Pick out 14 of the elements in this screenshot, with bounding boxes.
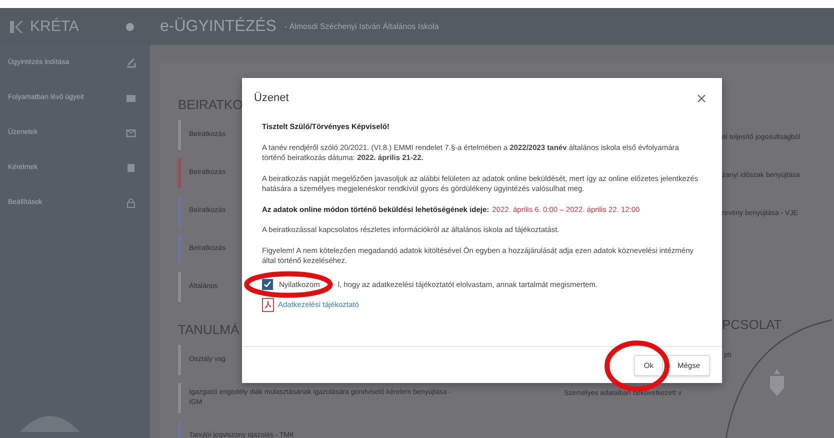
checkmark-icon: [264, 281, 271, 287]
close-button[interactable]: [695, 92, 708, 104]
school-name: - Álmosdi Széchenyi István Általános Iskola: [284, 22, 439, 31]
folder-icon: [126, 92, 136, 102]
document-icon: [126, 162, 136, 172]
page-title: e-ÜGYINTÉZÉS: [160, 18, 276, 36]
pdf-icon: [262, 298, 274, 312]
lock-icon: [126, 198, 136, 208]
edit-icon: [126, 58, 136, 68]
app-logo: KRÉTA: [30, 18, 80, 35]
checkbox[interactable]: [262, 278, 273, 290]
status-icon: [126, 22, 134, 30]
dialog-title: Üzenet: [254, 92, 289, 104]
mail-icon: [126, 128, 136, 138]
